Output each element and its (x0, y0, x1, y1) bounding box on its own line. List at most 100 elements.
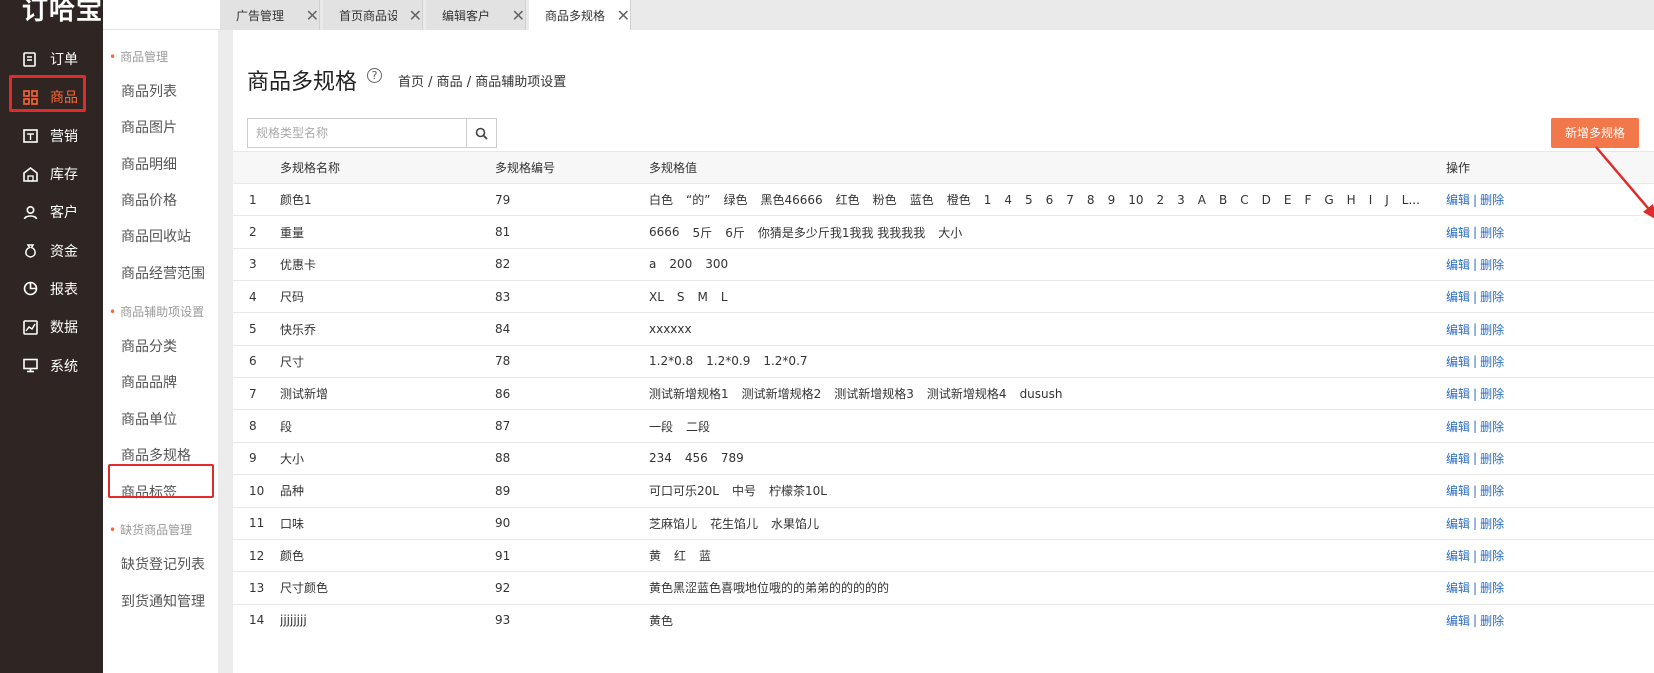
search-button[interactable] (466, 119, 496, 147)
spec-value: 一段 (649, 419, 674, 434)
edit-link[interactable]: 编辑 (1446, 612, 1470, 629)
delete-link[interactable]: 删除 (1480, 288, 1504, 305)
nav-item-1[interactable]: 商品 (0, 78, 103, 116)
nav-item-5[interactable]: 资金 (0, 231, 103, 269)
breadcrumb[interactable]: 首页 / 商品 / 商品辅助项设置 (398, 71, 566, 90)
row-index: 1 (249, 192, 257, 207)
edit-link[interactable]: 编辑 (1446, 288, 1470, 305)
delete-link[interactable]: 删除 (1480, 418, 1504, 435)
spec-value: 9 (1107, 192, 1116, 207)
search-box (247, 118, 497, 148)
delete-link[interactable]: 删除 (1480, 547, 1504, 564)
submenu-item-0[interactable]: 商品列表 (121, 81, 177, 101)
nav-item-label: 库存 (50, 167, 78, 184)
row-actions: 编辑 | 删除 (1446, 216, 1526, 247)
delete-link[interactable]: 删除 (1480, 224, 1504, 241)
delete-link[interactable]: 删除 (1480, 612, 1504, 629)
edit-link[interactable]: 编辑 (1446, 385, 1470, 402)
spec-values: 1.2*0.8 1.2*0.9 1.2*0.7 (649, 346, 1439, 377)
nav-item-6[interactable]: 报表 (0, 270, 103, 308)
edit-link[interactable]: 编辑 (1446, 450, 1470, 467)
table-row: 2 重量 81 6666 5斤 6斤 你猜是多少斤我1我我 我我我我 大小 编辑 | 删除 (233, 215, 1654, 247)
submenu-item-4[interactable]: 商品回收站 (121, 226, 191, 246)
spec-value: “的” (686, 193, 711, 208)
spec-value: L... (1401, 192, 1420, 207)
tab-ad-management[interactable]: 广告管理 ✕ (220, 0, 320, 30)
edit-link[interactable]: 编辑 (1446, 256, 1470, 273)
delete-link[interactable]: 删除 (1480, 482, 1504, 499)
help-icon[interactable]: ? (367, 68, 382, 83)
delete-link[interactable]: 删除 (1480, 450, 1504, 467)
delete-link[interactable]: 删除 (1480, 353, 1504, 370)
submenu-item-1[interactable]: 商品图片 (121, 117, 177, 137)
submenu-item-8[interactable]: 商品单位 (121, 409, 177, 429)
delete-link[interactable]: 删除 (1480, 321, 1504, 338)
header-actions: 操作 (1446, 161, 1471, 175)
close-icon[interactable]: ✕ (512, 6, 525, 25)
nav-item-8[interactable]: 系统 (0, 346, 103, 384)
edit-link[interactable]: 编辑 (1446, 321, 1470, 338)
nav-item-label: 客户 (50, 205, 78, 222)
submenu-item-6[interactable]: 商品分类 (121, 336, 177, 356)
submenu-item-3[interactable]: 商品价格 (121, 190, 177, 210)
nav-item-2[interactable]: 营销 (0, 117, 103, 155)
close-icon[interactable]: ✕ (409, 6, 422, 25)
spec-value: 橙色 (946, 193, 971, 208)
edit-link[interactable]: 编辑 (1446, 418, 1470, 435)
spec-code: 82 (495, 257, 511, 272)
submenu-item-12[interactable]: 到货通知管理 (121, 591, 205, 611)
spec-values: a 200 300 (649, 249, 1439, 280)
page-title: 商品多规格 (247, 70, 358, 95)
edit-link[interactable]: 编辑 (1446, 482, 1470, 499)
spec-value: I (1368, 192, 1373, 207)
spec-value: 中号 (731, 484, 756, 499)
nav-item-label: 系统 (50, 358, 78, 375)
spec-code: 89 (495, 483, 511, 498)
spec-name: 尺寸 (280, 354, 305, 369)
delete-link[interactable]: 删除 (1480, 191, 1504, 208)
spec-value: 7 (1066, 192, 1074, 207)
submenu-item-10[interactable]: 商品标签 (121, 482, 177, 502)
table-row: 1 颜色1 79 白色 “的” 绿色 黑色46666 红色 粉色 蓝色 橙色 1 4 5 6 7 8 9 10 2 3 A… (233, 183, 1654, 215)
row-actions: 编辑 | 删除 (1446, 475, 1526, 506)
spec-value: M (697, 289, 708, 304)
row-actions: 编辑 | 删除 (1446, 508, 1526, 539)
tab-multi-spec[interactable]: 商品多规格 ✕ (529, 0, 631, 30)
nav-item-4[interactable]: 客户 (0, 193, 103, 231)
edit-link[interactable]: 编辑 (1446, 191, 1470, 208)
close-icon[interactable]: ✕ (617, 6, 630, 25)
edit-link[interactable]: 编辑 (1446, 547, 1470, 564)
tab-edit-customer[interactable]: 编辑客户 ✕ (426, 0, 526, 30)
close-icon[interactable]: ✕ (306, 6, 319, 25)
table-row: 3 优惠卡 82 a 200 300 编辑 | 删除 (233, 247, 1654, 280)
delete-link[interactable]: 删除 (1480, 579, 1504, 596)
delete-link[interactable]: 删除 (1480, 515, 1504, 532)
spec-values: 234 456 789 (649, 443, 1439, 474)
spec-value: 蓝色 (909, 193, 934, 208)
spec-value: 789 (720, 451, 744, 466)
submenu-item-11[interactable]: 缺货登记列表 (121, 554, 205, 574)
nav-item-7[interactable]: 数据 (0, 308, 103, 346)
edit-link[interactable]: 编辑 (1446, 353, 1470, 370)
monitor-icon (22, 358, 38, 374)
tab-home-goods-settings[interactable]: 首页商品设置 ✕ (323, 0, 423, 30)
submenu-item-7[interactable]: 商品品牌 (121, 372, 177, 392)
spec-values: 黄色 (649, 605, 1439, 636)
spec-code: 91 (495, 548, 511, 563)
submenu-item-9[interactable]: 商品多规格 (121, 445, 191, 465)
delete-link[interactable]: 删除 (1480, 256, 1504, 273)
action-separator: | (1473, 322, 1478, 337)
edit-link[interactable]: 编辑 (1446, 224, 1470, 241)
spec-values: 可口可乐20L 中号 柠檬茶10L (649, 475, 1439, 506)
submenu-item-2[interactable]: 商品明细 (121, 154, 177, 174)
spec-value: 大小 (938, 225, 963, 240)
search-input[interactable] (248, 119, 466, 147)
submenu-item-5[interactable]: 商品经营范围 (121, 263, 205, 283)
nav-item-3[interactable]: 库存 (0, 155, 103, 193)
edit-link[interactable]: 编辑 (1446, 515, 1470, 532)
delete-link[interactable]: 删除 (1480, 385, 1504, 402)
add-spec-button[interactable]: 新增多规格 (1551, 118, 1639, 148)
nav-item-0[interactable]: 订单 (0, 40, 103, 78)
main-sidebar: 订哈宝 订单 商品 营销 库存 客户 资金 报表 数据 系统 (0, 0, 103, 673)
edit-link[interactable]: 编辑 (1446, 579, 1470, 596)
